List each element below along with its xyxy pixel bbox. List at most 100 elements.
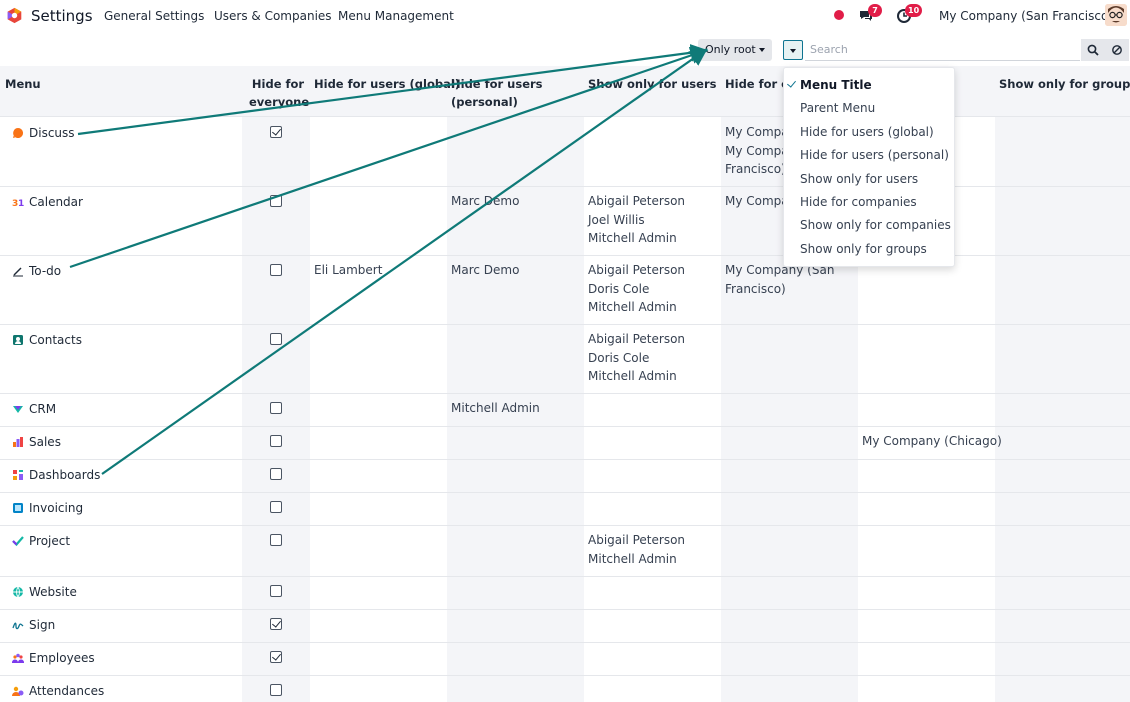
user-avatar-face-icon (1105, 4, 1127, 26)
menu-item-label: Calendar (29, 195, 83, 209)
hide-users-personal-cell[interactable]: Marc Demo (451, 261, 519, 280)
menu-item-project[interactable]: Project (12, 534, 70, 548)
hide-everyone-checkbox[interactable] (270, 651, 282, 663)
menu-item-label: Contacts (29, 333, 82, 347)
th-hide-companies[interactable]: Hide for c (725, 75, 788, 93)
row-divider (0, 642, 1130, 643)
hide-everyone-checkbox[interactable] (270, 534, 282, 546)
activities-badge: 10 (905, 4, 923, 17)
menu-item-sales[interactable]: Sales (12, 435, 61, 449)
dropdown-item-hide-for-users-personal-[interactable]: Hide for users (personal) (800, 148, 949, 162)
show-users-cell[interactable]: Abigail Peterson Joel Willis Mitchell Ad… (588, 192, 685, 248)
menu-item-label: Invoicing (29, 501, 84, 515)
menu-item-label: Website (29, 585, 77, 599)
hide-users-personal-cell[interactable]: Marc Demo (451, 192, 519, 211)
show-users-cell[interactable]: Abigail Peterson Doris Cole Mitchell Adm… (588, 330, 685, 386)
menu-item-label: Sign (29, 618, 56, 632)
menu-item-crm[interactable]: CRM (12, 402, 56, 416)
hide-everyone-checkbox[interactable] (270, 468, 282, 480)
row-divider (0, 525, 1130, 526)
dropdown-item-hide-for-companies[interactable]: Hide for companies (800, 195, 917, 209)
menu-item-label: Employees (29, 651, 95, 665)
show-companies-cell[interactable]: My Company (Chicago) (862, 432, 1002, 451)
search-icon (1087, 44, 1099, 56)
show-users-cell[interactable]: Abigail Peterson Doris Cole Mitchell Adm… (588, 261, 685, 317)
crm-icon (12, 403, 24, 415)
menu-item-attendances[interactable]: Attendances (12, 684, 104, 698)
nav-users-companies[interactable]: Users & Companies (214, 9, 332, 23)
hide-everyone-checkbox[interactable] (270, 435, 282, 447)
th-show-users[interactable]: Show only for users (588, 75, 716, 93)
search-input[interactable] (805, 39, 1080, 61)
menu-item-dashboards[interactable]: Dashboards (12, 468, 100, 482)
dropdown-item-show-only-for-users[interactable]: Show only for users (800, 172, 918, 186)
th-hide-users-global[interactable]: Hide for users (global) (314, 75, 460, 93)
menu-item-label: Sales (29, 435, 61, 449)
dropdown-item-hide-for-users-global-[interactable]: Hide for users (global) (800, 125, 934, 139)
invoicing-icon (12, 502, 24, 514)
th-show-groups[interactable]: Show only for groups (999, 75, 1130, 93)
calendar-icon: 31 (12, 196, 24, 209)
row-divider (0, 393, 1130, 394)
contacts-icon (12, 334, 24, 346)
hide-everyone-checkbox[interactable] (270, 333, 282, 345)
menu-item-label: Discuss (29, 126, 75, 140)
hide-everyone-checkbox[interactable] (270, 264, 282, 276)
hide-users-global-cell[interactable]: Eli Lambert (314, 261, 382, 280)
hide-everyone-checkbox[interactable] (270, 618, 282, 630)
menu-item-website[interactable]: Website (12, 585, 77, 599)
row-divider (0, 576, 1130, 577)
menu-item-calendar[interactable]: 3 1 Calendar (12, 195, 83, 209)
top-navbar: Settings General Settings Users & Compan… (0, 0, 1130, 32)
menu-item-sign[interactable]: Sign (12, 618, 55, 632)
menu-item-label: CRM (29, 402, 57, 416)
row-divider (0, 186, 1130, 187)
only-root-filter-button[interactable]: Only root (698, 39, 772, 61)
hide-everyone-checkbox[interactable] (270, 402, 282, 414)
caret-down-icon (790, 49, 796, 53)
row-divider (0, 492, 1130, 493)
sales-icon (12, 436, 24, 448)
nav-menu-management[interactable]: Menu Management (338, 9, 454, 23)
hide-everyone-checkbox[interactable] (270, 585, 282, 597)
search-button[interactable] (1081, 39, 1105, 61)
hide-everyone-checkbox[interactable] (270, 684, 282, 696)
dropdown-item-show-only-for-groups[interactable]: Show only for groups (800, 242, 927, 256)
hide-everyone-checkbox[interactable] (270, 126, 282, 138)
nav-general-settings[interactable]: General Settings (104, 9, 204, 23)
search-options-toggle[interactable] (783, 40, 803, 60)
website-icon (12, 586, 24, 598)
hide-companies-cell[interactable]: My Compa (725, 192, 789, 211)
clear-search-button[interactable] (1105, 39, 1129, 61)
hide-everyone-checkbox[interactable] (270, 501, 282, 513)
dropdown-item-parent-menu[interactable]: Parent Menu (800, 101, 875, 115)
dropdown-item-menu-title[interactable]: Menu Title (800, 78, 872, 92)
menu-item-label: Attendances (29, 684, 105, 698)
dropdown-item-show-only-for-companies[interactable]: Show only for companies (800, 218, 951, 232)
menu-item-contacts[interactable]: Contacts (12, 333, 82, 347)
clear-icon (1112, 45, 1122, 55)
todo-icon (12, 265, 24, 277)
menu-item-to-do[interactable]: To-do (12, 264, 61, 278)
row-divider (0, 324, 1130, 325)
column-shade-hide-personal (447, 66, 584, 702)
sign-icon (12, 619, 24, 631)
hide-companies-cell[interactable]: My Compa My Compa Francisco) (725, 123, 789, 179)
th-menu[interactable]: Menu (5, 75, 41, 93)
th-hide-everyone[interactable]: Hide for everyone (249, 75, 309, 111)
menu-item-employees[interactable]: Employees (11, 651, 95, 665)
row-divider (0, 459, 1130, 460)
menu-item-invoicing[interactable]: Invoicing (12, 501, 83, 515)
th-hide-users-personal[interactable]: Hide for users (personal) (451, 75, 543, 111)
app-name[interactable]: Settings (31, 7, 93, 25)
show-users-cell[interactable]: Abigail Peterson Mitchell Admin (588, 531, 685, 568)
hide-everyone-checkbox[interactable] (270, 195, 282, 207)
settings-app-logo-icon[interactable] (6, 7, 23, 24)
user-avatar[interactable] (1105, 4, 1127, 26)
record-indicator-icon[interactable] (834, 10, 844, 20)
menu-item-discuss[interactable]: Discuss (12, 126, 75, 140)
row-divider (0, 675, 1130, 676)
company-switcher[interactable]: My Company (San Francisco) (939, 9, 1113, 23)
caret-down-icon (758, 48, 765, 52)
hide-users-personal-cell[interactable]: Mitchell Admin (451, 399, 540, 418)
